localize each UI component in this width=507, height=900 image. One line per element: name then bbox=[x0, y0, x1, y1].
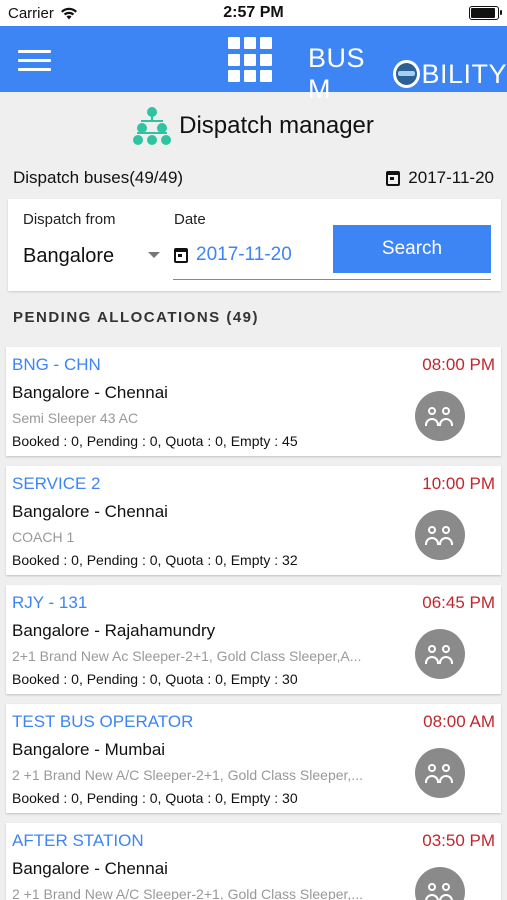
allocation-card[interactable]: BNG - CHN 08:00 PM Bangalore - Chennai Semi… bbox=[6, 347, 501, 456]
page-title: Dispatch manager bbox=[179, 112, 374, 139]
brand-text-right: BILITY bbox=[421, 58, 507, 89]
date-picker-value: 2017-11-20 bbox=[196, 244, 292, 265]
route-name: Bangalore - Chennai bbox=[12, 502, 168, 521]
people-icon bbox=[425, 405, 455, 427]
search-button[interactable]: Search bbox=[333, 225, 491, 273]
people-icon bbox=[425, 881, 455, 900]
org-chart-icon bbox=[133, 107, 172, 145]
route-name: Bangalore - Chennai bbox=[12, 383, 168, 402]
date-underline bbox=[173, 279, 491, 280]
people-icon bbox=[425, 762, 455, 784]
departure-time: 06:45 PM bbox=[422, 593, 495, 612]
departure-time: 08:00 PM bbox=[422, 355, 495, 374]
status-bar: Carrier 2:57 PM bbox=[0, 0, 507, 26]
service-code: RJY - 131 bbox=[12, 593, 88, 612]
service-code: AFTER STATION bbox=[12, 831, 144, 850]
calendar-icon bbox=[174, 247, 188, 263]
allocation-card[interactable]: TEST BUS OPERATOR 08:00 AM Bangalore - Mum… bbox=[6, 704, 501, 813]
bus-type: 2 +1 Brand New A/C Sleeper-2+1, Gold Cla… bbox=[12, 767, 363, 783]
hamburger-icon[interactable] bbox=[18, 50, 51, 72]
booking-stats: Booked : 0, Pending : 0, Quota : 0, Empt… bbox=[12, 433, 298, 449]
departure-time: 10:00 PM bbox=[422, 474, 495, 493]
service-code: TEST BUS OPERATOR bbox=[12, 712, 194, 731]
battery-icon bbox=[469, 6, 502, 20]
calendar-icon bbox=[386, 170, 401, 186]
dispatch-from-select[interactable]: Bangalore bbox=[23, 245, 114, 268]
allocate-group-button[interactable] bbox=[415, 867, 465, 900]
date-picker[interactable]: 2017-11-20 bbox=[174, 244, 292, 266]
dispatch-from-label: Dispatch from bbox=[23, 211, 116, 228]
filter-card: Dispatch from Date Bangalore 2017-11-20 … bbox=[8, 199, 501, 291]
allocate-group-button[interactable] bbox=[415, 748, 465, 798]
allocation-card[interactable]: RJY - 131 06:45 PM Bangalore - Rajahamundr… bbox=[6, 585, 501, 694]
chevron-down-icon[interactable] bbox=[148, 252, 160, 258]
section-header: PENDING ALLOCATIONS (49) bbox=[13, 309, 260, 326]
service-code: BNG - CHN bbox=[12, 355, 101, 374]
app-bar: BUS M BILITY bbox=[0, 26, 507, 104]
booking-stats: Booked : 0, Pending : 0, Quota : 0, Empt… bbox=[12, 552, 298, 568]
booking-stats: Booked : 0, Pending : 0, Quota : 0, Empt… bbox=[12, 671, 298, 687]
date-label: Date bbox=[174, 211, 206, 228]
service-code: SERVICE 2 bbox=[12, 474, 101, 493]
bus-o-icon bbox=[393, 60, 421, 88]
booking-stats: Booked : 0, Pending : 0, Quota : 0, Empt… bbox=[12, 790, 298, 806]
allocation-card[interactable]: AFTER STATION 03:50 PM Bangalore - Chennai… bbox=[6, 823, 501, 900]
people-icon bbox=[425, 643, 455, 665]
route-name: Bangalore - Mumbai bbox=[12, 740, 166, 759]
summary-date: 2017-11-20 bbox=[386, 168, 494, 188]
bus-type: Semi Sleeper 43 AC bbox=[12, 410, 139, 426]
bus-type: COACH 1 bbox=[12, 529, 75, 545]
summary-row: Dispatch buses(49/49) 2017-11-20 bbox=[0, 160, 507, 196]
people-icon bbox=[425, 524, 455, 546]
summary-date-value: 2017-11-20 bbox=[408, 168, 494, 187]
status-time: 2:57 PM bbox=[223, 4, 284, 21]
bus-type: 2 +1 Brand New A/C Sleeper-2+1, Gold Cla… bbox=[12, 886, 363, 900]
departure-time: 08:00 AM bbox=[423, 712, 495, 731]
page-title-row: Dispatch manager bbox=[0, 92, 507, 160]
departure-time: 03:50 PM bbox=[422, 831, 495, 850]
allocate-group-button[interactable] bbox=[415, 510, 465, 560]
allocate-group-button[interactable] bbox=[415, 391, 465, 441]
route-name: Bangalore - Chennai bbox=[12, 859, 168, 878]
allocation-list: BNG - CHN 08:00 PM Bangalore - Chennai Semi… bbox=[6, 347, 501, 900]
allocate-group-button[interactable] bbox=[415, 629, 465, 679]
bus-type: 2+1 Brand New Ac Sleeper-2+1, Gold Class… bbox=[12, 648, 362, 664]
dispatch-count: Dispatch buses(49/49) bbox=[13, 168, 184, 187]
grid-icon[interactable] bbox=[228, 37, 274, 83]
allocation-card[interactable]: SERVICE 2 10:00 PM Bangalore - Chennai COAC… bbox=[6, 466, 501, 575]
route-name: Bangalore - Rajahamundry bbox=[12, 621, 216, 640]
